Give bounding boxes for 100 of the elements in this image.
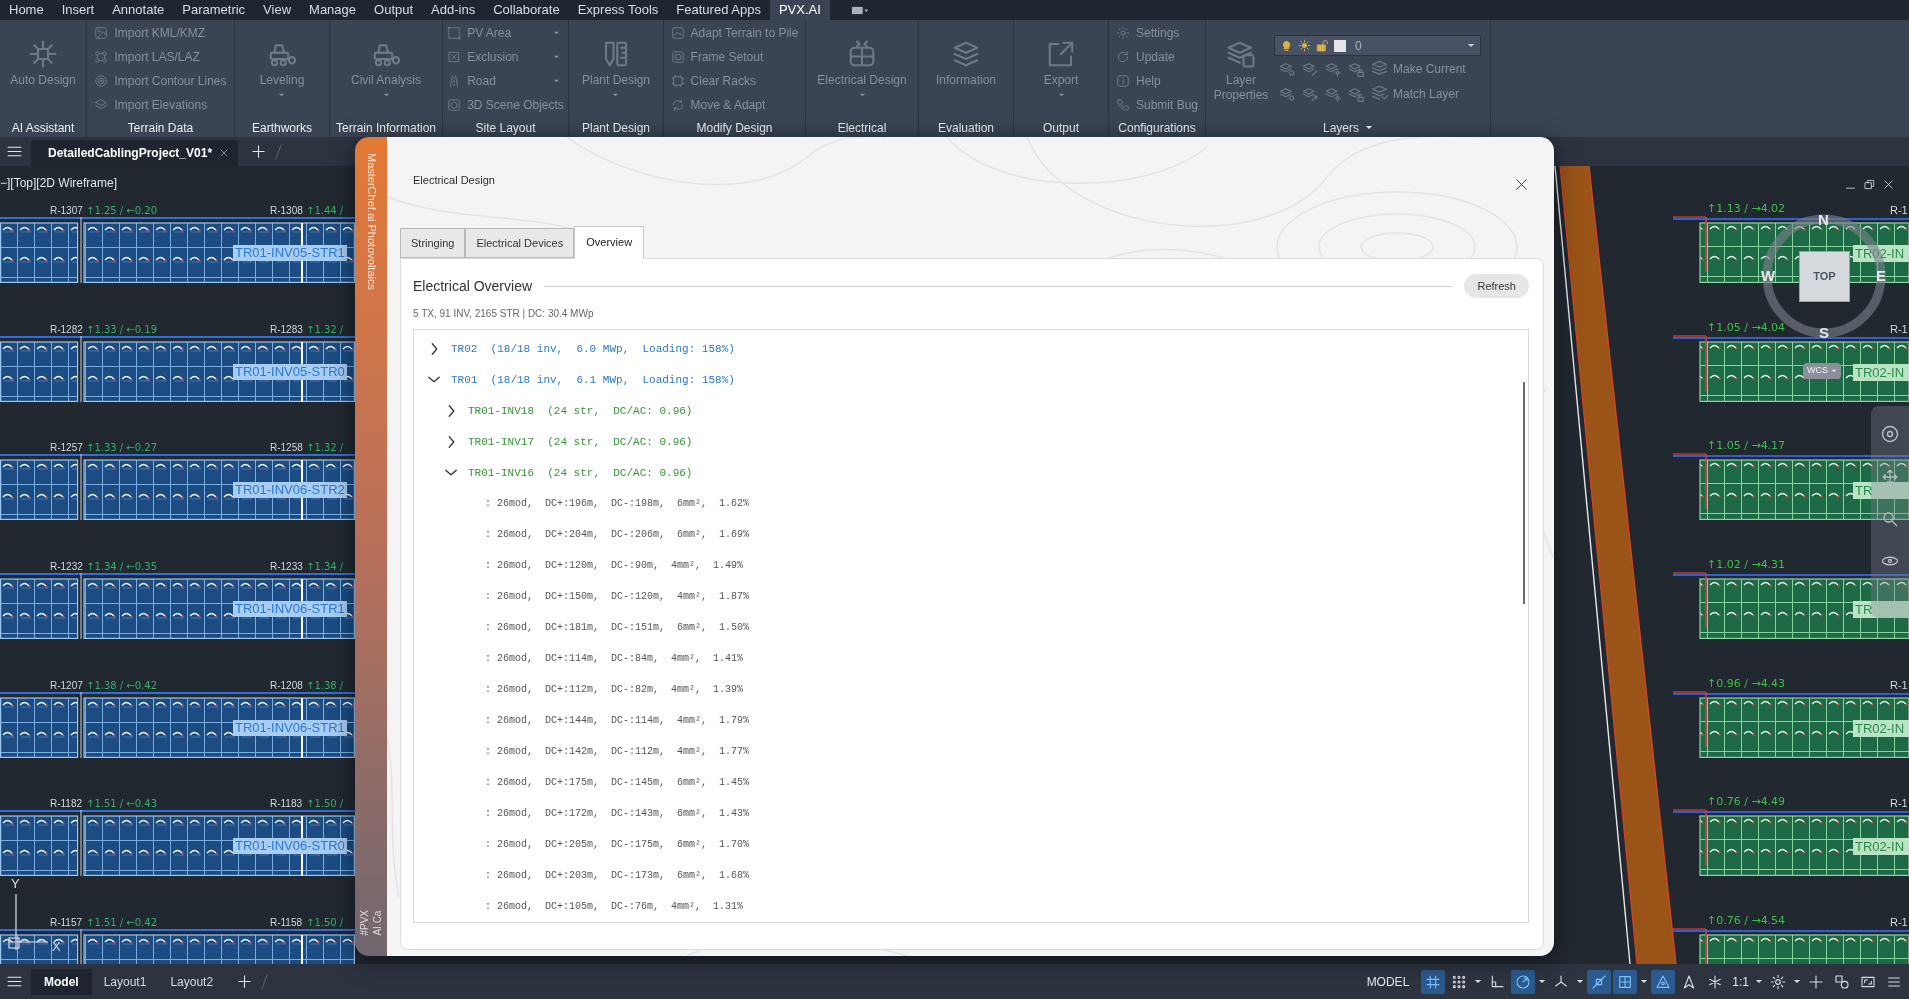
string-entry: : 26mod, DC+:112m, DC-:82m, 4mm², 1.39%	[485, 683, 744, 696]
caret-icon	[552, 31, 560, 35]
dialog-tab[interactable]: Stringing	[400, 228, 466, 258]
menu-tab[interactable]: Home	[0, 0, 53, 20]
brand-text: MasterChef.ai Photovoltaics	[364, 153, 378, 290]
caret-icon[interactable]	[1755, 979, 1763, 984]
menu-tab[interactable]: PVX.AI	[769, 0, 830, 20]
menu-tab[interactable]: Parametric	[173, 0, 255, 20]
stack-icon	[951, 39, 981, 69]
caret-icon	[1831, 369, 1837, 373]
rack-label: R-1232	[50, 561, 83, 573]
caret-icon	[858, 93, 866, 97]
caret-icon[interactable]	[1793, 979, 1801, 984]
panel-label: Layers	[1323, 119, 1359, 137]
reading-label: ↑1.32 /	[306, 442, 344, 454]
reading-label: ↑1.38 /	[306, 679, 344, 691]
scale-button[interactable]: 1:1	[1729, 969, 1752, 994]
viewcube-face[interactable]: TOP	[1799, 251, 1850, 302]
lightbulb-icon	[1280, 39, 1293, 52]
tree-item[interactable]: TR01-INV17 (24 str, DC/AC: 0.96)	[445, 434, 693, 449]
osnap-toggle[interactable]	[1587, 969, 1612, 994]
otrack-toggle[interactable]	[1613, 969, 1638, 994]
table-label: TR01-INV06-STR1	[233, 601, 347, 618]
tree-item[interactable]: TR02 (18/18 inv, 6.0 MWp, Loading: 158%)	[428, 341, 735, 356]
menu-tab[interactable]: Express Tools	[568, 0, 668, 20]
caret-icon	[552, 79, 560, 83]
table-label: TR02-IN	[1853, 838, 1909, 856]
close-icon[interactable]	[219, 148, 230, 158]
reading-label: ↑1.50 /	[306, 917, 344, 929]
menu-tab[interactable]: Add-ins	[422, 0, 485, 20]
panel-label: Earthworks	[252, 119, 312, 137]
layers-check-icon	[1371, 85, 1388, 102]
layers-icon	[94, 98, 109, 112]
plus-icon[interactable]	[237, 974, 253, 989]
string-entry: : 26mod, DC+:150m, DC-:120m, 4mm², 1.87%	[485, 590, 750, 603]
panel-label: Configurations	[1118, 119, 1196, 137]
navigation-bar[interactable]	[1871, 406, 1909, 618]
annotation-toggle[interactable]	[1651, 969, 1676, 994]
ring-icon[interactable]	[1880, 424, 1900, 444]
isometric-icon	[1553, 973, 1570, 990]
model-space-button[interactable]: MODEL	[1360, 969, 1416, 994]
caret-icon	[552, 55, 560, 59]
string-entry: : 26mod, DC+:196m, DC-:198m, 6mm², 1.62%	[485, 497, 750, 510]
compass-east-label[interactable]: E	[1876, 267, 1886, 284]
network-icon	[28, 39, 58, 69]
polar-icon	[1515, 973, 1532, 990]
panel-label: Evaluation	[937, 119, 994, 137]
layout-tab[interactable]: Model	[31, 968, 92, 995]
refresh-button[interactable]: Refresh	[1464, 274, 1529, 298]
caret-icon[interactable]	[1576, 979, 1585, 984]
tree-item[interactable]: TR01-INV18 (24 str, DC/AC: 0.96)	[445, 403, 693, 418]
compass-west-label[interactable]: W	[1761, 267, 1776, 284]
reading-label: ↑1.38 / ←0.42	[86, 679, 157, 691]
menu-tab[interactable]: Annotate	[103, 0, 174, 20]
menu-tab[interactable]: Manage	[300, 0, 366, 20]
panel-label: Terrain Data	[127, 119, 194, 137]
menu-tab[interactable]: Insert	[52, 0, 104, 20]
close-icon[interactable]	[1515, 178, 1528, 191]
triangle-icon	[1655, 973, 1672, 990]
menu-tab[interactable]: Output	[365, 0, 423, 20]
rack-label: R-1	[1890, 916, 1908, 929]
scrollbar-thumb[interactable]	[1523, 382, 1525, 604]
grid-toggle[interactable]	[1421, 969, 1446, 994]
frame-icon	[670, 50, 685, 64]
restore-icon[interactable]	[1864, 179, 1875, 190]
menu-tab[interactable]: View	[254, 0, 301, 20]
reading-label: ↑1.34 /	[306, 561, 344, 573]
reading-label: ↑1.05 / →4.04	[1707, 321, 1786, 334]
settings-icon	[1116, 26, 1130, 40]
rack-label: R-1307	[50, 205, 83, 216]
panel-toggle-icon[interactable]	[849, 5, 870, 15]
zoom-icon[interactable]	[1881, 510, 1899, 528]
dialog-tab[interactable]: Electrical Devices	[465, 228, 575, 258]
dialog-tab[interactable]: Overview	[574, 226, 645, 259]
crossed-square-icon	[447, 50, 462, 64]
caret-icon[interactable]	[1640, 979, 1649, 984]
table-label: TR	[1853, 482, 1909, 500]
layout-tab[interactable]: Layout2	[158, 968, 226, 995]
pan-icon[interactable]	[1881, 468, 1899, 486]
tree-item[interactable]: TR01 (18/18 inv, 6.1 MWp, Loading: 158%)	[428, 372, 735, 387]
menu-tab[interactable]: Featured Apps	[667, 0, 770, 20]
plus-icon[interactable]	[251, 144, 267, 159]
ucs-badge[interactable]: WCS	[1803, 363, 1841, 379]
polar-toggle[interactable]	[1511, 969, 1536, 994]
compass-north-label[interactable]: N	[1818, 211, 1829, 228]
string-entry: : 26mod, DC+:142m, DC-:112m, 4mm², 1.77%	[485, 745, 750, 758]
reading-label: ↑1.50 /	[306, 798, 344, 810]
info-icon	[1116, 74, 1130, 88]
menu-tab[interactable]: Collaborate	[484, 0, 569, 20]
string-entry: : 26mod, DC+:114m, DC-:84m, 4mm², 1.41%	[485, 652, 744, 665]
caret-icon[interactable]	[1538, 979, 1547, 984]
caret-icon[interactable]	[1474, 979, 1483, 984]
compass-south-label[interactable]: S	[1819, 324, 1829, 341]
nodes-icon	[94, 50, 109, 64]
footer-text: AI.Ca	[372, 910, 383, 936]
tree-item[interactable]: TR01-INV16 (24 str, DC/AC: 0.96)	[445, 465, 693, 480]
viewport-label[interactable]: −][Top][2D Wireframe]	[0, 176, 118, 190]
document-tab[interactable]: DetailedCablingProject_V01*	[31, 140, 239, 166]
layout-tab[interactable]: Layout1	[91, 968, 159, 995]
rack-label: R-1	[1890, 322, 1908, 335]
